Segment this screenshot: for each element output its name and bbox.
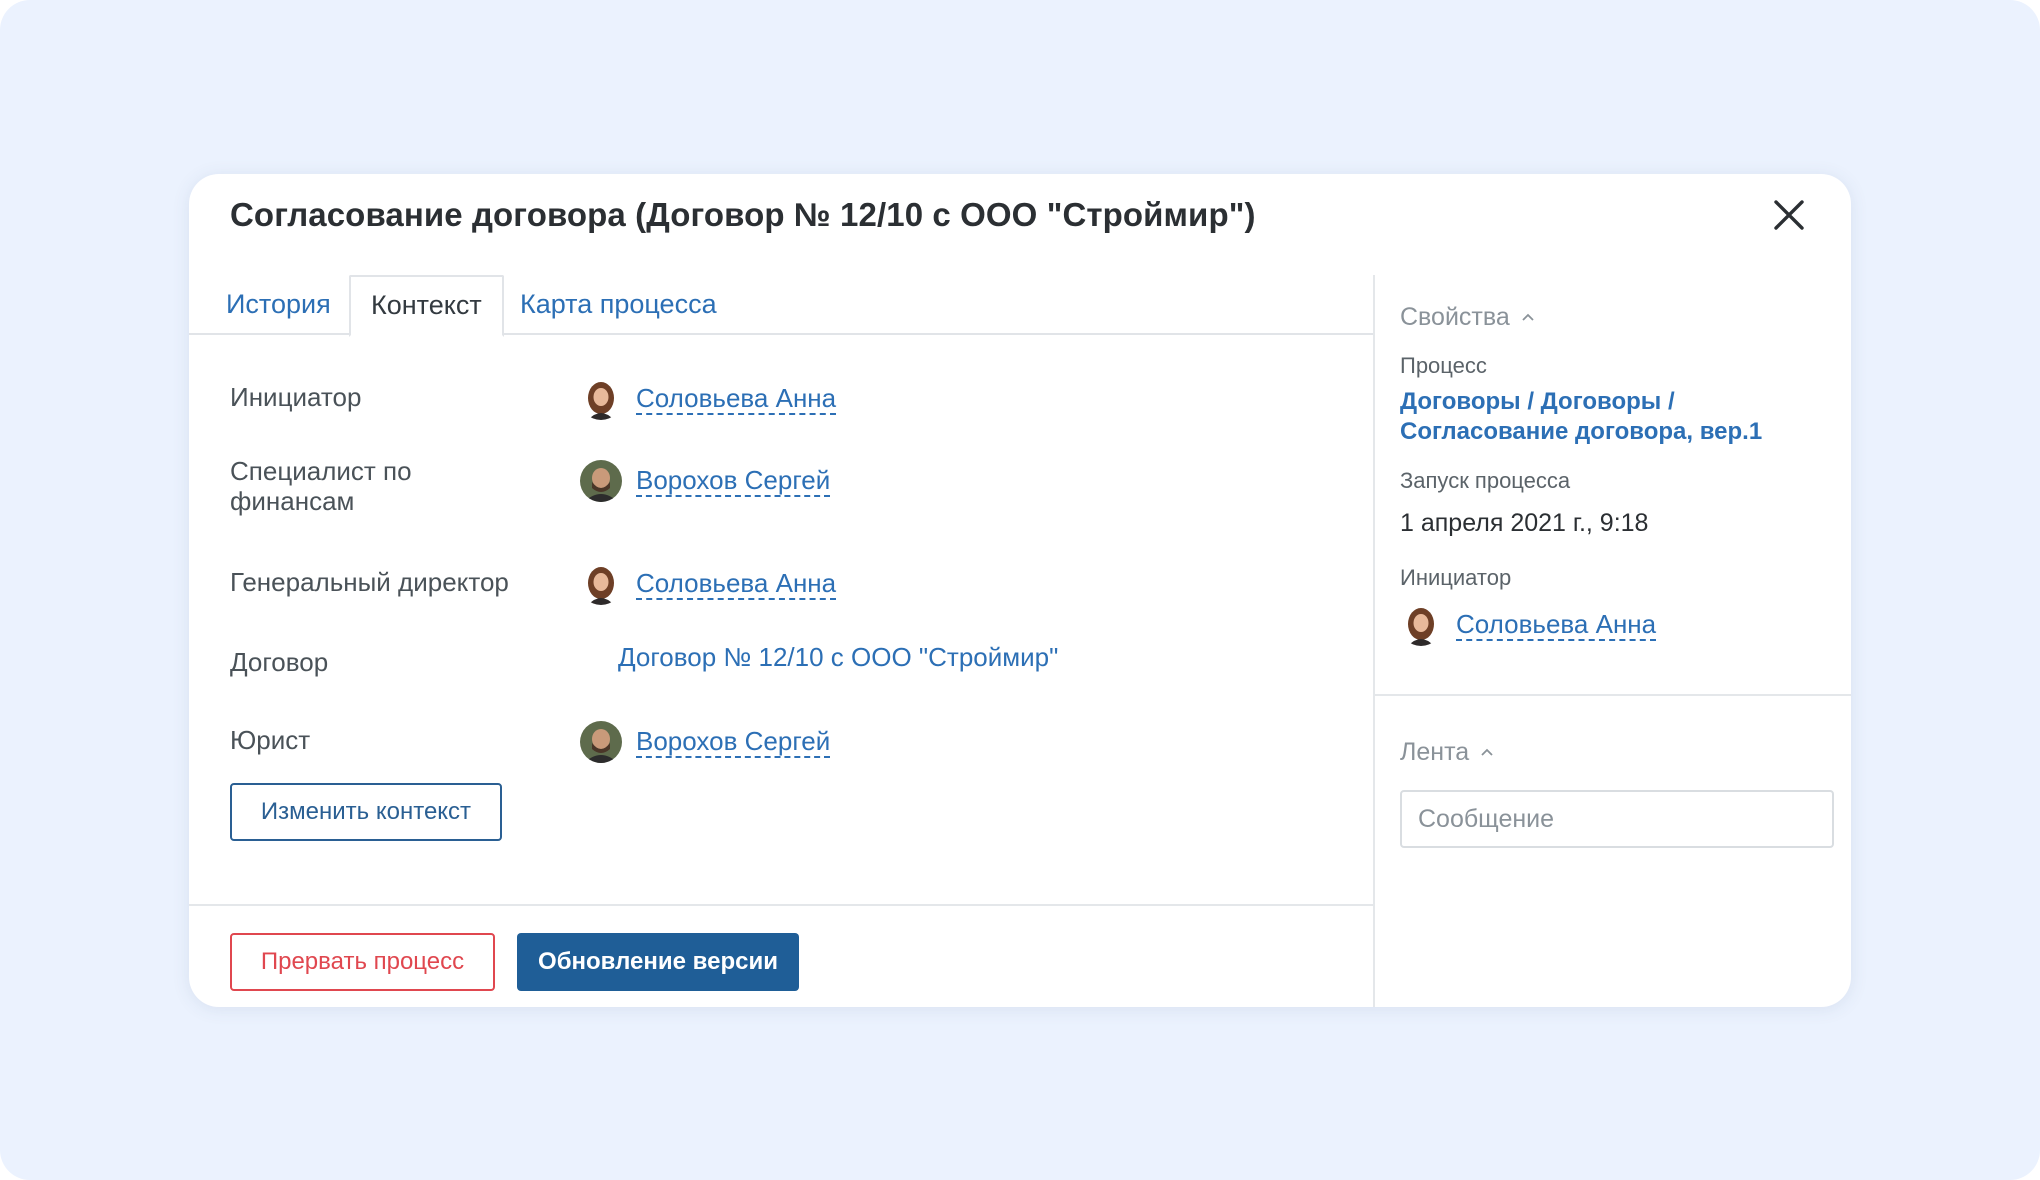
tab-context[interactable]: Контекст bbox=[349, 275, 504, 337]
prop-start-label: Запуск процесса bbox=[1400, 468, 1571, 493]
field-row-finance: Специалист по финансам Ворохов Сергей bbox=[230, 454, 1330, 524]
person-ceo: Соловьева Анна bbox=[580, 563, 837, 605]
tab-process-map[interactable]: Карта процесса bbox=[500, 275, 737, 333]
prop-start-value: 1 апреля 2021 г., 9:18 bbox=[1400, 509, 1649, 537]
person-link-ceo[interactable]: Соловьева Анна bbox=[636, 568, 837, 600]
field-row-ceo: Генеральный директор Соловьева Анна bbox=[230, 559, 1330, 609]
prop-initiator-link[interactable]: Соловьева Анна bbox=[1456, 609, 1657, 641]
field-label-lawyer: Юрист bbox=[230, 725, 311, 755]
field-label-contract: Договор bbox=[230, 647, 329, 677]
feed-header[interactable]: Лента bbox=[1400, 738, 1495, 767]
field-row-contract: Договор Договор № 12/10 с ООО "Строймир" bbox=[230, 639, 1330, 689]
message-input[interactable] bbox=[1400, 790, 1834, 848]
update-version-button[interactable]: Обновление версии bbox=[517, 933, 799, 991]
avatar-anna bbox=[580, 563, 622, 605]
close-icon bbox=[1774, 200, 1804, 230]
prop-process-label: Процесс bbox=[1400, 353, 1487, 378]
chevron-up-icon bbox=[1522, 313, 1534, 321]
abort-process-button[interactable]: Прервать процесс bbox=[230, 933, 495, 991]
avatar-anna bbox=[580, 378, 622, 420]
avatar-sergey bbox=[580, 460, 622, 502]
avatar-anna bbox=[1400, 604, 1442, 646]
chevron-up-icon bbox=[1481, 748, 1493, 756]
close-button[interactable] bbox=[1772, 198, 1806, 232]
modal-title: Согласование договора (Договор № 12/10 с… bbox=[230, 196, 1256, 233]
person-initiator: Соловьева Анна bbox=[580, 378, 837, 420]
avatar-sergey bbox=[580, 721, 622, 763]
feed-header-label: Лента bbox=[1400, 738, 1470, 766]
process-modal: Согласование договора (Договор № 12/10 с… bbox=[189, 174, 1851, 1007]
field-row-initiator: Инициатор Соловьева Анна bbox=[230, 374, 1330, 424]
tab-history[interactable]: История bbox=[206, 275, 351, 333]
prop-process-link[interactable]: Договоры / Договоры / Согласование догов… bbox=[1400, 387, 1840, 447]
person-link-initiator[interactable]: Соловьева Анна bbox=[636, 383, 837, 415]
prop-initiator: Соловьева Анна bbox=[1400, 604, 1657, 646]
field-label-ceo: Генеральный директор bbox=[230, 567, 509, 597]
properties-header-label: Свойства bbox=[1400, 303, 1510, 331]
side-panel: Свойства Процесс Договоры / Договоры / С… bbox=[1375, 275, 1851, 1007]
person-lawyer: Ворохов Сергей bbox=[580, 721, 831, 763]
change-context-button[interactable]: Изменить контекст bbox=[230, 783, 502, 841]
footer-divider bbox=[189, 904, 1373, 906]
person-link-lawyer[interactable]: Ворохов Сергей bbox=[636, 726, 831, 758]
properties-header[interactable]: Свойства bbox=[1400, 303, 1536, 332]
field-label-finance: Специалист по финансам bbox=[230, 456, 412, 516]
field-row-lawyer: Юрист Ворохов Сергей bbox=[230, 715, 1330, 765]
contract-link[interactable]: Договор № 12/10 с ООО "Строймир" bbox=[618, 642, 1058, 673]
person-link-finance[interactable]: Ворохов Сергей bbox=[636, 465, 831, 497]
person-finance: Ворохов Сергей bbox=[580, 460, 831, 502]
field-label-initiator: Инициатор bbox=[230, 382, 362, 412]
prop-initiator-label: Инициатор bbox=[1400, 565, 1512, 590]
side-divider bbox=[1375, 694, 1851, 696]
page-background: Согласование договора (Договор № 12/10 с… bbox=[0, 0, 2040, 1180]
tab-bar: История Контекст Карта процесса bbox=[189, 275, 1373, 337]
